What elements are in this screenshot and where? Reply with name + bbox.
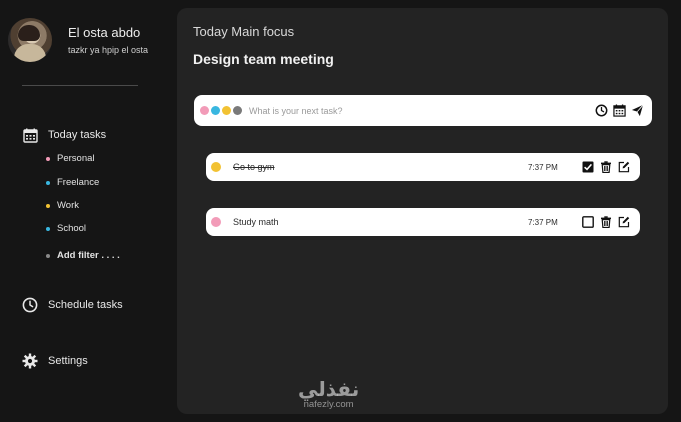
task-color-dot [211,217,221,227]
gear-icon [22,353,38,369]
main-focus-label: Today Main focus [193,24,295,39]
new-task-input[interactable] [249,105,579,116]
filter-label: Personal [57,153,95,164]
filter-color-dot [46,156,50,161]
task-item[interactable]: Go to gym 7:37 PM [206,153,640,181]
trash-icon[interactable] [599,160,612,173]
nav-settings[interactable]: Settings [22,353,88,369]
filter-color-dot [46,203,50,208]
task-name: Study math [233,217,279,227]
sidebar: El osta abdo tazkr ya hpip el osta Today… [0,0,170,422]
main-panel: Today Main focus Design team meeting Wha… [177,8,668,414]
nav-schedule-tasks[interactable]: Schedule tasks [22,297,123,313]
checkbox-checked-icon[interactable] [581,160,594,173]
user-subtitle: tazkr ya hpip el osta [68,45,149,55]
filter-label: Freelance [57,177,100,188]
add-filter-button[interactable]: Add filter . . . . [46,250,120,261]
task-item[interactable]: Study math 7:37 PM [206,208,640,236]
task-time: 7:37 PM [528,162,558,172]
checkbox-unchecked-icon[interactable] [581,215,594,228]
calendar-icon[interactable] [612,103,626,117]
clock-icon[interactable] [594,103,608,117]
filter-freelance[interactable]: Freelance [46,177,99,188]
nav-today-label: Today tasks [48,129,107,141]
color-option-gray[interactable] [233,106,242,115]
edit-icon[interactable] [617,160,630,173]
nav-settings-label: Settings [48,355,88,367]
avatar [8,18,52,62]
filter-color-dot [46,226,50,231]
edit-icon[interactable] [617,215,630,228]
watermark-logo: نفذلي nafezly.com [298,378,359,410]
color-option-yellow[interactable] [222,106,231,115]
clock-icon [22,297,38,313]
new-task-bar [194,95,652,126]
add-filter-label: Add filter . . . . [57,250,120,261]
filter-work[interactable]: Work [46,200,79,211]
user-name: El osta abdo [68,25,141,40]
sidebar-divider [22,85,138,86]
nav-today-tasks[interactable]: Today tasks [22,127,106,143]
send-icon[interactable] [630,103,644,117]
filter-school[interactable]: School [46,223,86,234]
nav-schedule-label: Schedule tasks [48,299,123,311]
filter-color-dot [46,253,50,258]
watermark-arabic: نفذلي [298,377,360,401]
filter-label: School [57,223,87,234]
filter-color-dot [46,180,50,185]
filter-personal[interactable]: Personal [46,153,95,164]
main-focus-title: Design team meeting [193,51,334,67]
calendar-icon [22,127,38,143]
filter-label: Work [57,200,79,211]
watermark-url: nafezly.com [303,399,354,410]
task-time: 7:37 PM [528,217,558,227]
task-name: Go to gym [233,162,275,172]
task-color-picker [200,106,244,115]
task-color-dot [211,162,221,172]
color-option-blue[interactable] [211,106,220,115]
color-option-pink[interactable] [200,106,209,115]
trash-icon[interactable] [599,215,612,228]
